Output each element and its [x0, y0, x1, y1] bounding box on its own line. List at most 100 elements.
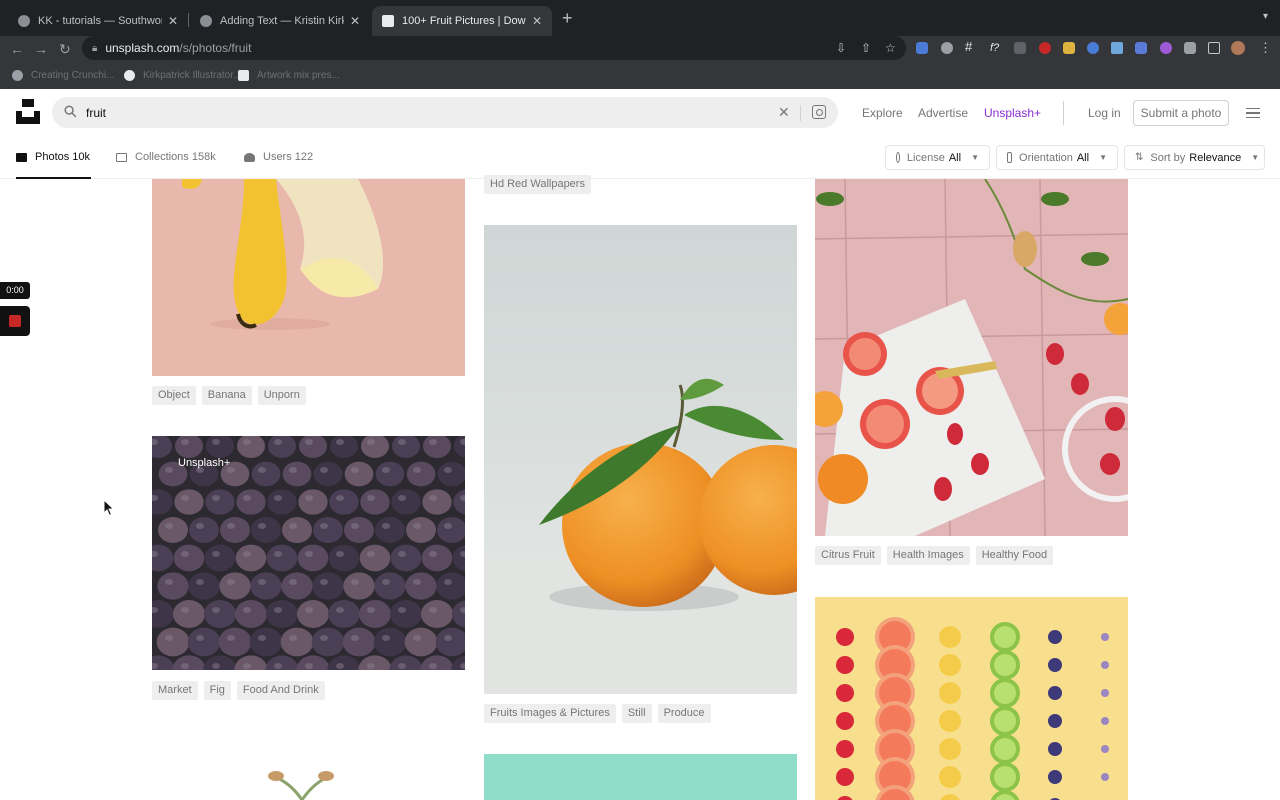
tab-title: Adding Text — Kristin Kirkpatrick: [220, 15, 344, 27]
fig-tags: Market Fig Food And Drink: [152, 681, 325, 700]
flower-stem-illustration: [268, 771, 334, 800]
tab-title: 100+ Fruit Pictures | Download: [402, 15, 526, 27]
bookmark-item[interactable]: Kirkpatrick Illustrator...: [124, 70, 241, 81]
chrome-menu-icon[interactable]: ⋮: [1259, 41, 1272, 54]
notes-extension-icon[interactable]: [1063, 42, 1075, 54]
chevron-down-icon: ▼: [1251, 153, 1260, 162]
tag-chip[interactable]: Unporn: [257, 386, 306, 405]
browser-tab-2[interactable]: Adding Text — Kristin Kirkpatrick ✕: [190, 6, 370, 36]
search-subnav: Photos 10k Collections 158k Users 122 Li…: [0, 136, 1280, 179]
profile-avatar[interactable]: [1231, 41, 1245, 55]
share-icon[interactable]: ⇧: [861, 41, 871, 55]
tab-search-chevron-icon[interactable]: ▾: [1263, 11, 1268, 22]
record-extension-icon[interactable]: [1039, 42, 1051, 54]
nav-advertise[interactable]: Advertise: [918, 106, 968, 120]
new-tab-icon[interactable]: +: [562, 8, 573, 28]
active-tab-underline: [16, 177, 91, 179]
license-filter[interactable]: License All ▼: [885, 145, 990, 170]
banana-illustration: [152, 179, 465, 376]
forward-arrow-icon[interactable]: →: [34, 40, 48, 58]
close-tab-icon[interactable]: ✕: [532, 14, 542, 28]
site-favicon-icon: [18, 15, 30, 27]
users-icon: [244, 152, 255, 162]
figs-illustration: [152, 436, 465, 670]
photo-oranges[interactable]: [484, 225, 797, 694]
sort-arrows-icon: ⇅: [1135, 152, 1144, 163]
browser-tab-3[interactable]: 100+ Fruit Pictures | Download ✕: [372, 6, 552, 36]
tab-photos[interactable]: Photos 10k: [16, 151, 90, 163]
clear-search-icon[interactable]: ✕: [778, 104, 790, 121]
stop-recording-button[interactable]: [0, 306, 30, 336]
photo-icon: [16, 152, 27, 162]
grid-extension-icon[interactable]: [1135, 42, 1147, 54]
tag-chip[interactable]: Market: [152, 681, 198, 700]
hamburger-menu-icon[interactable]: [1246, 108, 1260, 118]
tag-chip[interactable]: Still: [621, 704, 652, 723]
browser-tab-1[interactable]: KK - tutorials — Southworth D ✕: [8, 6, 188, 36]
tag-chip[interactable]: Health Images: [886, 546, 970, 565]
tag-chip[interactable]: Hd Red Wallpapers: [484, 175, 591, 194]
url-host: unsplash.com: [105, 41, 180, 55]
search-icon[interactable]: [64, 105, 77, 118]
tag-chip[interactable]: Citrus Fruit: [815, 546, 881, 565]
tab-title: KK - tutorials — Southworth D: [38, 15, 162, 27]
tab-users[interactable]: Users 122: [244, 151, 313, 163]
tab-collections[interactable]: Collections 158k: [116, 151, 216, 163]
tag-chip[interactable]: Food And Drink: [236, 681, 325, 700]
chevron-down-icon: ▼: [1099, 153, 1107, 162]
orange-tags: Fruits Images & Pictures Still Produce: [484, 704, 711, 723]
palette-extension-icon[interactable]: [1160, 42, 1172, 54]
photo-fruit-flatlay[interactable]: [815, 597, 1128, 800]
orientation-icon: [1007, 152, 1013, 163]
tag-chip[interactable]: Fig: [203, 681, 231, 700]
reload-icon[interactable]: ↻: [59, 40, 71, 58]
unsplash-logo[interactable]: [16, 99, 40, 124]
search-input[interactable]: [86, 103, 766, 123]
collections-icon: [116, 152, 127, 162]
banana-tags: Object Banana Unporn: [152, 386, 306, 405]
tag-chip[interactable]: Object: [152, 386, 196, 405]
login-link[interactable]: Log in: [1088, 106, 1121, 120]
sort-filter[interactable]: ⇅ Sort by Relevance ▼: [1124, 145, 1265, 170]
tag-chip[interactable]: Fruits Images & Pictures: [484, 704, 616, 723]
address-bar[interactable]: 🔒︎ unsplash.com/s/photos/fruit ⇩ ⇧ ☆: [82, 36, 906, 60]
camera-extension-icon[interactable]: [941, 42, 953, 54]
tag-chip[interactable]: Produce: [657, 704, 711, 723]
photo-partial-flower[interactable]: [152, 730, 465, 800]
url-path: /s/photos/fruit: [179, 41, 252, 55]
browser-toolbar: ← → ↻ 🔒︎ unsplash.com/s/photos/fruit ⇩ ⇧…: [0, 36, 1280, 62]
puzzle-extensions-icon[interactable]: [1184, 42, 1196, 54]
nav-explore[interactable]: Explore: [862, 106, 903, 120]
video-extension-icon[interactable]: [1014, 42, 1026, 54]
install-app-icon[interactable]: ⇩: [836, 41, 846, 55]
bookmark-item[interactable]: Artwork mix pres...: [238, 70, 340, 81]
color-extension-icon[interactable]: [1087, 42, 1099, 54]
photo-partial-mint[interactable]: [484, 754, 797, 800]
submit-photo-button[interactable]: Submit a photo: [1133, 100, 1229, 126]
fruit-flatlay-illustration: [836, 617, 1109, 800]
photo-citrus[interactable]: [815, 179, 1128, 536]
nav-unsplash-plus[interactable]: Unsplash+: [984, 106, 1041, 120]
photo-banana[interactable]: [152, 179, 465, 376]
tag-chip[interactable]: Banana: [201, 386, 252, 405]
hashtag-extension-icon[interactable]: #: [965, 40, 977, 53]
close-tab-icon[interactable]: ✕: [350, 14, 360, 28]
oranges-illustration: [484, 225, 797, 694]
bookmark-item[interactable]: Creating Crunchi...: [12, 70, 114, 81]
extension-icon[interactable]: [916, 42, 928, 54]
formula-extension-icon[interactable]: f?: [990, 42, 1002, 54]
bookmarks-bar: Creating Crunchi... Kirkpatrick Illustra…: [0, 62, 1280, 89]
visual-search-icon[interactable]: [812, 105, 826, 119]
bookmark-favicon-icon: [12, 70, 23, 81]
bookmark-star-icon[interactable]: ☆: [885, 41, 896, 55]
orientation-filter[interactable]: Orientation All ▼: [996, 145, 1118, 170]
browser-tab-bar: KK - tutorials — Southworth D ✕ Adding T…: [0, 0, 1280, 36]
tag-chip[interactable]: Healthy Food: [975, 546, 1054, 565]
pin-extension-icon[interactable]: [1111, 42, 1123, 54]
close-tab-icon[interactable]: ✕: [168, 14, 178, 28]
site-favicon-icon: [200, 15, 212, 27]
back-arrow-icon[interactable]: ←: [10, 40, 24, 58]
photo-figs[interactable]: Unsplash+: [152, 436, 465, 670]
side-panel-icon[interactable]: [1208, 42, 1220, 54]
tab-divider: [188, 13, 189, 27]
